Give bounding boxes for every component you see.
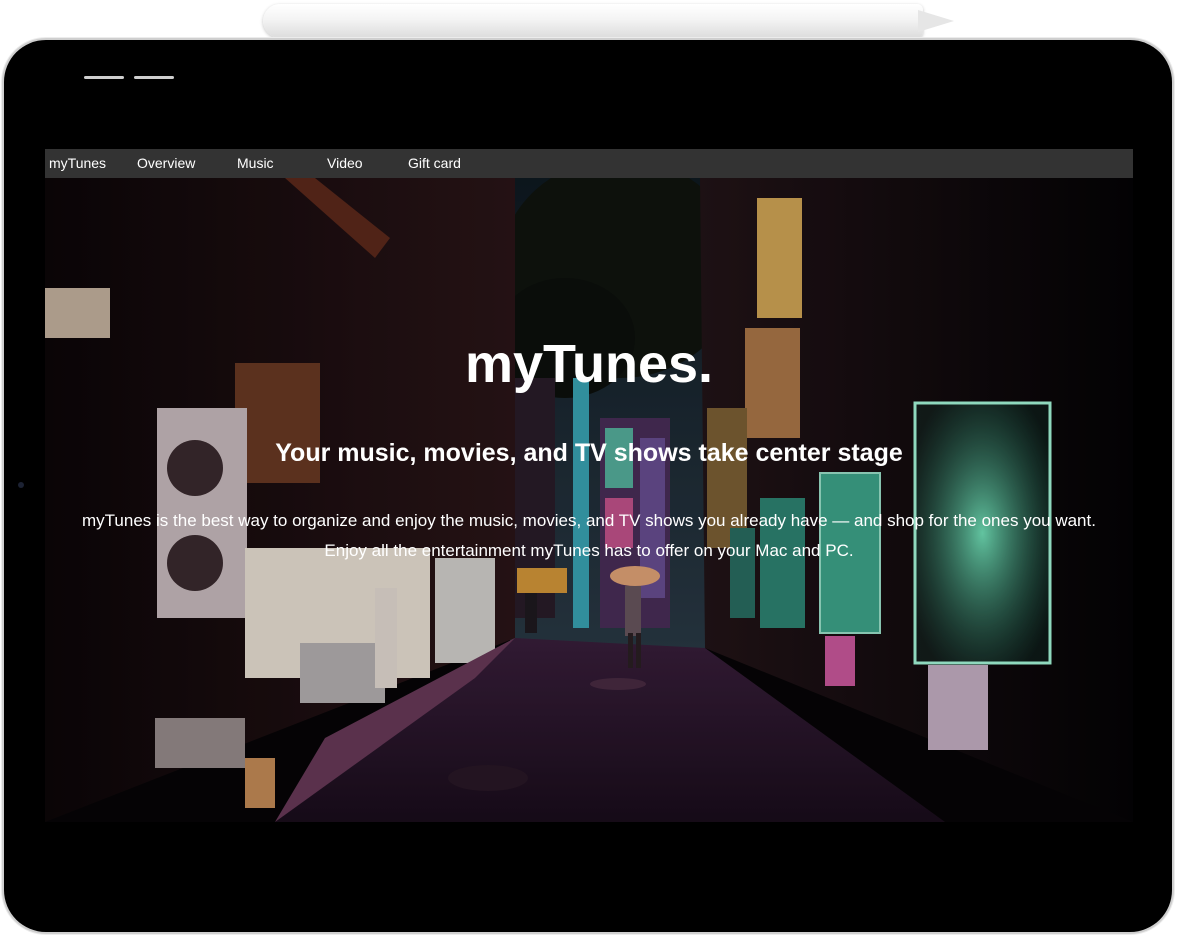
hero-description: myTunes is the best way to organize and …: [82, 511, 1096, 560]
nav-brand-link[interactable]: myTunes: [49, 149, 137, 178]
top-button: [134, 76, 174, 79]
nav-item-overview[interactable]: Overview: [137, 149, 237, 178]
tablet-screen: myTunes Overview Music Video Gift card m…: [45, 149, 1133, 822]
apple-pencil-tip-icon: [918, 10, 954, 32]
hero-title: myTunes.: [464, 334, 714, 394]
top-navbar: myTunes Overview Music Video Gift card: [45, 149, 1133, 178]
tablet-device-frame: myTunes Overview Music Video Gift card m…: [4, 40, 1172, 932]
hero-subtitle: Your music, movies, and TV shows take ce…: [275, 439, 903, 467]
apple-pencil-icon: [263, 4, 923, 38]
hero-section: myTunes. Your music, movies, and TV show…: [45, 178, 1133, 822]
nav-item-video[interactable]: Video: [327, 149, 408, 178]
nav-item-gift-card[interactable]: Gift card: [408, 149, 461, 178]
hero-background-image: [45, 178, 1133, 822]
top-button: [84, 76, 124, 79]
nav-item-music[interactable]: Music: [237, 149, 327, 178]
front-camera-icon: [18, 482, 24, 488]
